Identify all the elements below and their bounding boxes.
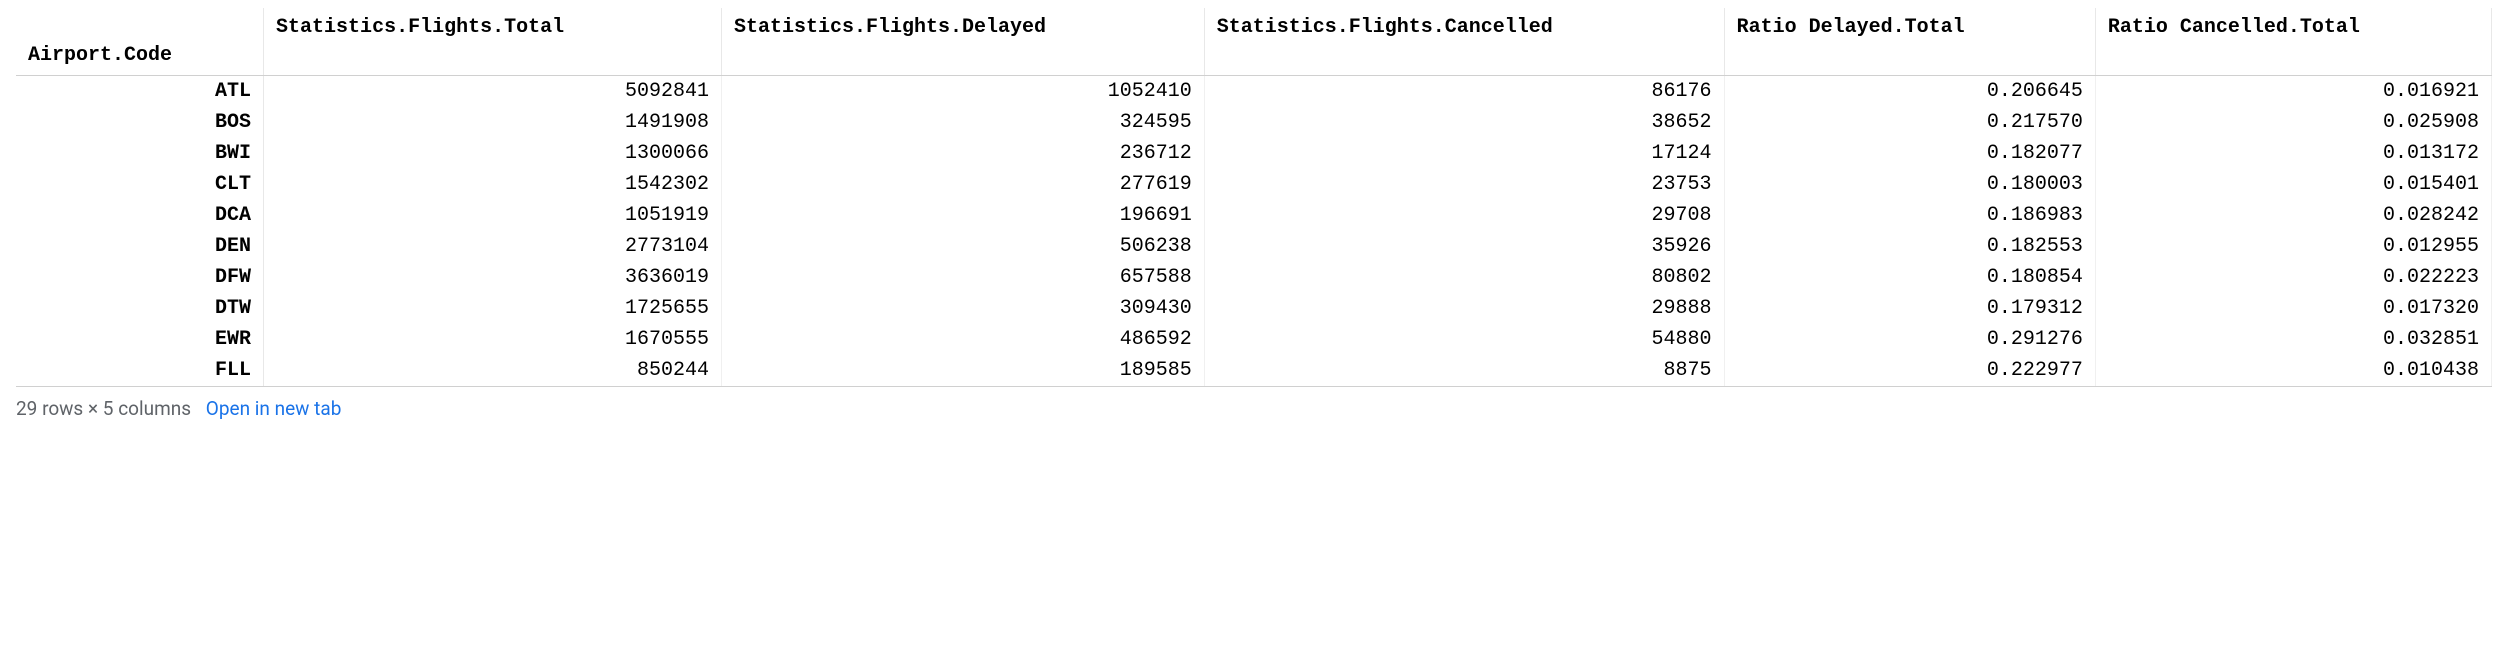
table-row: BOS 1491908 324595 38652 0.217570 0.0259… — [16, 107, 2492, 138]
cell: 0.022223 — [2095, 262, 2491, 293]
row-index: CLT — [16, 169, 264, 200]
cell: 0.028242 — [2095, 200, 2491, 231]
cell: 0.206645 — [1724, 76, 2095, 108]
cell: 309430 — [722, 293, 1205, 324]
table-body: ATL 5092841 1052410 86176 0.206645 0.016… — [16, 76, 2492, 387]
cell: 189585 — [722, 355, 1205, 387]
cell: 0.182077 — [1724, 138, 2095, 169]
table-footer: 29 rows × 5 columns Open in new tab — [16, 397, 2492, 420]
cell: 324595 — [722, 107, 1205, 138]
index-header: Airport.Code — [16, 8, 264, 76]
cell: 80802 — [1204, 262, 1724, 293]
cell: 0.012955 — [2095, 231, 2491, 262]
row-index: ATL — [16, 76, 264, 108]
row-index: BWI — [16, 138, 264, 169]
cell: 0.013172 — [2095, 138, 2491, 169]
cell: 236712 — [722, 138, 1205, 169]
dataframe-table: Airport.Code Statistics.Flights.Total St… — [16, 8, 2492, 387]
shape-text: 29 rows × 5 columns — [16, 397, 191, 420]
cell: 29888 — [1204, 293, 1724, 324]
row-index: EWR — [16, 324, 264, 355]
cell: 1300066 — [264, 138, 722, 169]
cell: 8875 — [1204, 355, 1724, 387]
cell: 0.217570 — [1724, 107, 2095, 138]
cell: 0.180854 — [1724, 262, 2095, 293]
cell: 0.015401 — [2095, 169, 2491, 200]
cell: 0.017320 — [2095, 293, 2491, 324]
column-header: Ratio Delayed.Total — [1724, 8, 2095, 76]
table-row: DTW 1725655 309430 29888 0.179312 0.0173… — [16, 293, 2492, 324]
table-row: DFW 3636019 657588 80802 0.180854 0.0222… — [16, 262, 2492, 293]
cell: 86176 — [1204, 76, 1724, 108]
cell: 17124 — [1204, 138, 1724, 169]
row-index: DTW — [16, 293, 264, 324]
cell: 38652 — [1204, 107, 1724, 138]
cell: 0.179312 — [1724, 293, 2095, 324]
cell: 23753 — [1204, 169, 1724, 200]
table-row: FLL 850244 189585 8875 0.222977 0.010438 — [16, 355, 2492, 387]
cell: 29708 — [1204, 200, 1724, 231]
table-row: CLT 1542302 277619 23753 0.180003 0.0154… — [16, 169, 2492, 200]
row-index: DEN — [16, 231, 264, 262]
column-header: Ratio Cancelled.Total — [2095, 8, 2491, 76]
cell: 0.186983 — [1724, 200, 2095, 231]
column-header: Statistics.Flights.Cancelled — [1204, 8, 1724, 76]
cell: 0.222977 — [1724, 355, 2095, 387]
cell: 657588 — [722, 262, 1205, 293]
table-row: DCA 1051919 196691 29708 0.186983 0.0282… — [16, 200, 2492, 231]
cell: 196691 — [722, 200, 1205, 231]
cell: 1052410 — [722, 76, 1205, 108]
cell: 0.182553 — [1724, 231, 2095, 262]
cell: 486592 — [722, 324, 1205, 355]
cell: 0.010438 — [2095, 355, 2491, 387]
row-index: DCA — [16, 200, 264, 231]
cell: 3636019 — [264, 262, 722, 293]
cell: 0.016921 — [2095, 76, 2491, 108]
cell: 0.291276 — [1724, 324, 2095, 355]
cell: 850244 — [264, 355, 722, 387]
open-new-tab-link[interactable]: Open in new tab — [206, 397, 342, 420]
cell: 1670555 — [264, 324, 722, 355]
row-index: FLL — [16, 355, 264, 387]
column-header: Statistics.Flights.Total — [264, 8, 722, 76]
cell: 277619 — [722, 169, 1205, 200]
cell: 5092841 — [264, 76, 722, 108]
cell: 0.032851 — [2095, 324, 2491, 355]
cell: 0.180003 — [1724, 169, 2095, 200]
row-index: DFW — [16, 262, 264, 293]
cell: 1725655 — [264, 293, 722, 324]
cell: 35926 — [1204, 231, 1724, 262]
table-row: DEN 2773104 506238 35926 0.182553 0.0129… — [16, 231, 2492, 262]
cell: 2773104 — [264, 231, 722, 262]
cell: 0.025908 — [2095, 107, 2491, 138]
table-row: BWI 1300066 236712 17124 0.182077 0.0131… — [16, 138, 2492, 169]
table-row: ATL 5092841 1052410 86176 0.206645 0.016… — [16, 76, 2492, 108]
cell: 1051919 — [264, 200, 722, 231]
cell: 506238 — [722, 231, 1205, 262]
table-row: EWR 1670555 486592 54880 0.291276 0.0328… — [16, 324, 2492, 355]
column-header: Statistics.Flights.Delayed — [722, 8, 1205, 76]
row-index: BOS — [16, 107, 264, 138]
cell: 1491908 — [264, 107, 722, 138]
cell: 1542302 — [264, 169, 722, 200]
header-row: Airport.Code Statistics.Flights.Total St… — [16, 8, 2492, 76]
cell: 54880 — [1204, 324, 1724, 355]
